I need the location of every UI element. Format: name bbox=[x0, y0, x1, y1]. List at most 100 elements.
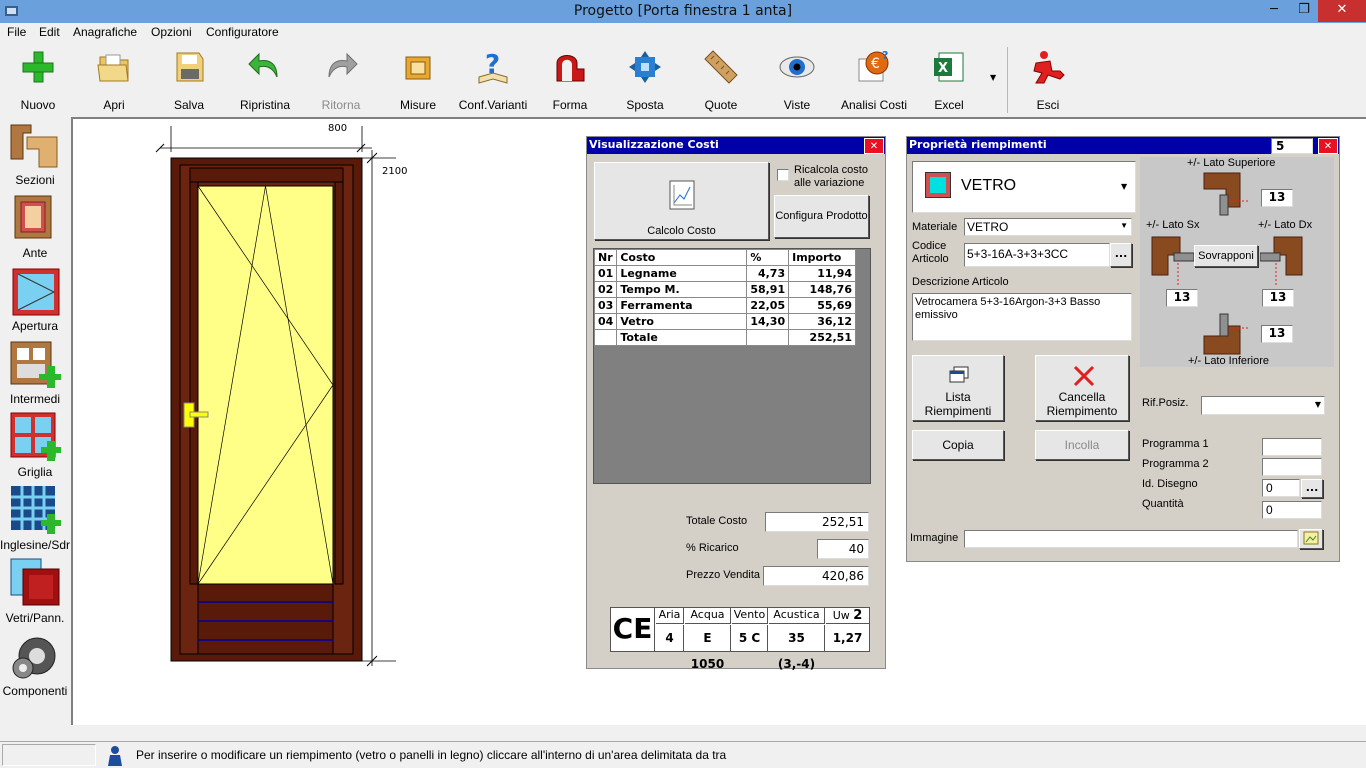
props-index-field[interactable]: 5 bbox=[1271, 138, 1313, 154]
fill-type-select[interactable]: VETRO ▼ bbox=[912, 161, 1136, 213]
lato-superiore-field[interactable]: 13 bbox=[1261, 189, 1293, 207]
menu-file[interactable]: File bbox=[7, 25, 26, 39]
window-drawing[interactable]: 800 2100 bbox=[150, 118, 410, 668]
sezioni-label: Sezioni bbox=[15, 173, 55, 187]
chevron-down-icon: ▼ bbox=[1314, 400, 1321, 409]
close-window-button[interactable]: ✕ bbox=[1318, 0, 1366, 22]
maximize-button[interactable]: ❐ bbox=[1290, 0, 1318, 22]
immagine-browse-button[interactable] bbox=[1299, 529, 1323, 549]
totale-costo-field[interactable]: 252,51 bbox=[765, 512, 869, 532]
wood-panel[interactable] bbox=[197, 583, 334, 655]
cancella-riempimento-label: Cancella Riempimento bbox=[1046, 390, 1118, 418]
inglesine-label: Inglesine/Sdr bbox=[0, 538, 71, 552]
table-row[interactable]: 04 Vetro 14,30 36,12 bbox=[593, 313, 856, 330]
id-disegno-browse-button[interactable]: ... bbox=[1301, 479, 1323, 498]
sidebar-item-componenti[interactable]: Componenti bbox=[0, 628, 70, 701]
conf-varianti-button[interactable]: ? Conf.Varianti bbox=[457, 43, 529, 115]
lato-sx-field[interactable]: 13 bbox=[1166, 289, 1198, 307]
programma2-field[interactable] bbox=[1262, 458, 1322, 476]
costs-grid-container: Nr Costo % Importo 01 Legname 4,73 11,94 02… bbox=[593, 248, 871, 484]
esci-button[interactable]: Esci bbox=[1012, 43, 1084, 115]
ce-vento-header: Vento bbox=[732, 608, 768, 624]
codice-articolo-label: Codice Articolo bbox=[912, 240, 949, 265]
eye-icon bbox=[779, 56, 815, 78]
sidebar-item-sezioni[interactable]: Sezioni bbox=[0, 117, 70, 190]
glass-area[interactable] bbox=[197, 185, 334, 585]
offset-editor: +/- Lato Superiore 13 +/- Lato Sx +/- La… bbox=[1140, 157, 1334, 367]
configura-prodotto-button[interactable]: Configura Prodotto bbox=[774, 195, 869, 238]
codice-articolo-field[interactable]: 5+3-16A-3+3+3CC bbox=[964, 243, 1110, 267]
menu-configuratore[interactable]: Configuratore bbox=[206, 25, 279, 39]
minimize-button[interactable]: ─ bbox=[1258, 0, 1290, 22]
ricarico-field[interactable]: 40 bbox=[817, 539, 869, 559]
excel-dropdown-arrow[interactable]: ▼ bbox=[990, 73, 996, 82]
table-total-row: Totale 252,51 bbox=[593, 329, 856, 346]
materiale-select[interactable]: VETRO ▼ bbox=[964, 218, 1132, 236]
copia-button[interactable]: Copia bbox=[912, 430, 1004, 460]
delete-x-icon bbox=[1073, 365, 1095, 387]
menu-opzioni[interactable]: Opzioni bbox=[151, 25, 192, 39]
components-gears-icon bbox=[12, 637, 56, 679]
quantita-field[interactable]: 0 bbox=[1262, 501, 1322, 519]
table-row[interactable]: 01 Legname 4,73 11,94 bbox=[593, 265, 856, 282]
totale-costo-label: Totale Costo bbox=[686, 515, 748, 527]
table-row[interactable]: 02 Tempo M. 58,91 148,76 bbox=[593, 281, 856, 298]
chart-document-icon bbox=[669, 180, 695, 210]
lato-inferiore-field[interactable]: 13 bbox=[1261, 325, 1293, 343]
nuovo-button[interactable]: Nuovo bbox=[2, 43, 74, 115]
forma-button[interactable]: Forma bbox=[534, 43, 606, 115]
sidebar-item-intermedi[interactable]: Intermedi bbox=[0, 336, 70, 409]
costs-panel-close-button[interactable]: ✕ bbox=[864, 138, 884, 154]
misure-button[interactable]: Misure bbox=[382, 43, 454, 115]
codice-browse-button[interactable]: ... bbox=[1110, 243, 1132, 267]
quote-button[interactable]: Quote bbox=[685, 43, 757, 115]
lato-dx-field[interactable]: 13 bbox=[1262, 289, 1294, 307]
sidebar-item-apertura[interactable]: Apertura bbox=[0, 263, 70, 336]
toolbar: Nuovo Apri Salva Ripristina Ritorna Misu… bbox=[0, 43, 1366, 115]
sidebar-item-vetri[interactable]: Vetri/Pann. bbox=[0, 555, 70, 628]
exit-running-man-icon bbox=[1033, 51, 1065, 84]
transoms-add-icon bbox=[10, 341, 61, 388]
apri-button[interactable]: Apri bbox=[78, 43, 150, 115]
prezzo-vendita-field[interactable]: 420,86 bbox=[763, 566, 869, 586]
menu-anagrafiche[interactable]: Anagrafiche bbox=[73, 25, 137, 39]
ruler-icon bbox=[704, 50, 738, 84]
table-row[interactable]: 03 Ferramenta 22,05 55,69 bbox=[593, 297, 856, 314]
props-panel-close-button[interactable]: ✕ bbox=[1318, 138, 1338, 154]
costs-panel-title: Visualizzazione Costi bbox=[587, 137, 885, 154]
programma1-field[interactable] bbox=[1262, 438, 1322, 456]
incolla-button[interactable]: Incolla bbox=[1035, 430, 1129, 460]
calcolo-costo-button[interactable]: Calcolo Costo bbox=[594, 162, 769, 240]
ce-acqua-header: Acqua bbox=[685, 608, 731, 624]
viste-button[interactable]: Viste bbox=[761, 43, 833, 115]
descrizione-field[interactable]: Vetrocamera 5+3-16Argon-3+3 Basso emissi… bbox=[912, 293, 1132, 341]
recalc-checkbox[interactable] bbox=[777, 169, 789, 181]
analisi-costi-button[interactable]: €? Analisi Costi bbox=[837, 43, 911, 115]
excel-button[interactable]: X Excel bbox=[913, 43, 985, 115]
sposta-label: Sposta bbox=[626, 98, 664, 112]
menu-bar: File Edit Anagrafiche Opzioni Configurat… bbox=[0, 23, 1366, 43]
costs-panel: Visualizzazione Costi ✕ Calcolo Costo Ri… bbox=[586, 136, 886, 671]
sidebar-item-inglesine[interactable]: Inglesine/Sdr bbox=[0, 482, 70, 555]
lista-riempimenti-button[interactable]: Lista Riempimenti bbox=[912, 355, 1004, 421]
calcolo-costo-label: Calcolo Costo bbox=[647, 225, 716, 237]
apri-label: Apri bbox=[103, 98, 125, 112]
sidebar-item-griglia[interactable]: Griglia bbox=[0, 409, 70, 482]
salva-button[interactable]: Salva bbox=[153, 43, 225, 115]
sovrapponi-button[interactable]: Sovrapponi bbox=[1194, 245, 1258, 267]
id-disegno-field[interactable]: 0 bbox=[1262, 479, 1300, 497]
excel-label: Excel bbox=[934, 98, 964, 112]
sections-icon bbox=[10, 124, 58, 168]
rif-posiz-select[interactable]: ▼ bbox=[1201, 396, 1325, 415]
salva-label: Salva bbox=[173, 98, 205, 112]
ritorna-button[interactable]: Ritorna bbox=[305, 43, 377, 115]
ricarico-label: % Ricarico bbox=[686, 542, 739, 554]
sidebar-item-ante[interactable]: Ante bbox=[0, 190, 70, 263]
sposta-button[interactable]: Sposta bbox=[609, 43, 681, 115]
col-importo: Importo bbox=[788, 249, 856, 266]
menu-edit[interactable]: Edit bbox=[39, 25, 60, 39]
immagine-field[interactable] bbox=[964, 530, 1298, 548]
cancella-riempimento-button[interactable]: Cancella Riempimento bbox=[1035, 355, 1129, 421]
grid-add-icon bbox=[10, 412, 61, 461]
ripristina-button[interactable]: Ripristina bbox=[229, 43, 301, 115]
